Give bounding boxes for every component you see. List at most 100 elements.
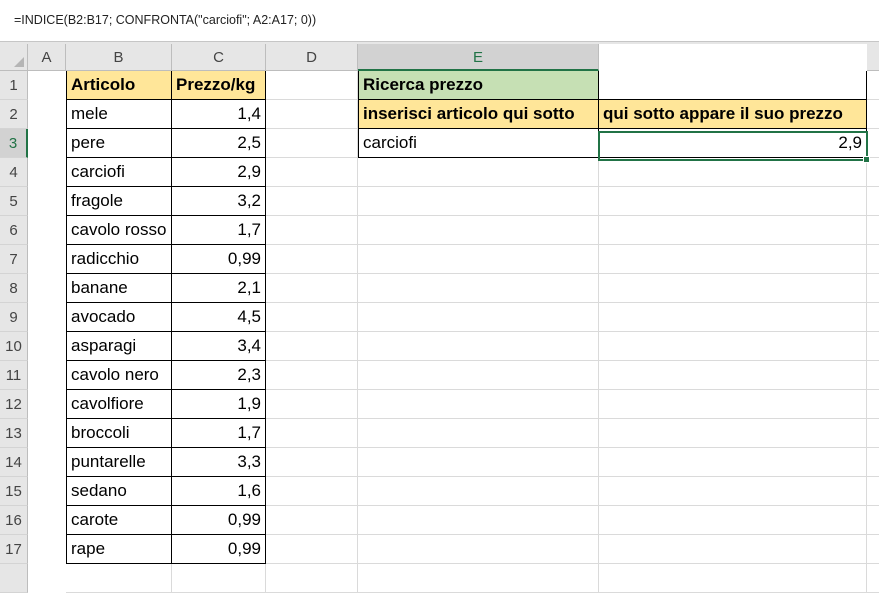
cell[interactable] <box>599 535 867 564</box>
item-price[interactable]: 1,7 <box>172 216 266 245</box>
row-header-2[interactable]: 2 <box>0 100 28 129</box>
cell[interactable] <box>599 506 867 535</box>
item-price[interactable]: 1,4 <box>172 100 266 129</box>
cell[interactable] <box>599 477 867 506</box>
row-header-13[interactable]: 13 <box>0 419 28 448</box>
cell[interactable] <box>867 419 879 448</box>
column-header-a[interactable]: A <box>28 44 66 71</box>
cell[interactable] <box>599 448 867 477</box>
row-header-1[interactable]: 1 <box>0 71 28 100</box>
item-name[interactable]: asparagi <box>66 332 172 361</box>
cell[interactable] <box>358 390 599 419</box>
cell[interactable] <box>599 158 867 187</box>
cell[interactable] <box>599 245 867 274</box>
row-header-3[interactable]: 3 <box>0 129 28 158</box>
cell[interactable] <box>358 419 599 448</box>
cell[interactable] <box>358 158 599 187</box>
lookup-input-cell[interactable]: carciofi <box>358 129 599 158</box>
item-name[interactable]: avocado <box>66 303 172 332</box>
column-header-e[interactable]: E <box>358 44 599 71</box>
cell[interactable] <box>266 71 358 100</box>
cell[interactable] <box>266 245 358 274</box>
item-price[interactable]: 0,99 <box>172 506 266 535</box>
row-header-7[interactable]: 7 <box>0 245 28 274</box>
item-price[interactable]: 2,3 <box>172 361 266 390</box>
item-name[interactable]: broccoli <box>66 419 172 448</box>
cell[interactable] <box>266 506 358 535</box>
cell[interactable] <box>867 506 879 535</box>
cell[interactable] <box>867 100 879 129</box>
cell[interactable] <box>358 564 599 593</box>
cell[interactable] <box>599 564 867 593</box>
lookup-title-blank[interactable] <box>599 71 867 100</box>
item-price[interactable]: 1,7 <box>172 419 266 448</box>
cell[interactable] <box>599 390 867 419</box>
cell[interactable] <box>358 477 599 506</box>
cell[interactable] <box>266 274 358 303</box>
item-price[interactable]: 0,99 <box>172 245 266 274</box>
item-name[interactable]: mele <box>66 100 172 129</box>
item-name[interactable]: sedano <box>66 477 172 506</box>
cell[interactable] <box>358 303 599 332</box>
cell[interactable] <box>358 506 599 535</box>
cell[interactable] <box>867 303 879 332</box>
row-header-18[interactable] <box>0 564 28 593</box>
row-header-11[interactable]: 11 <box>0 361 28 390</box>
item-price[interactable]: 2,1 <box>172 274 266 303</box>
cell[interactable] <box>599 216 867 245</box>
column-header-f[interactable] <box>867 44 879 71</box>
item-name[interactable]: carote <box>66 506 172 535</box>
column-header-d[interactable]: D <box>266 44 358 71</box>
cell[interactable] <box>867 390 879 419</box>
row-header-17[interactable]: 17 <box>0 535 28 564</box>
cell[interactable] <box>867 187 879 216</box>
cell[interactable] <box>599 361 867 390</box>
item-price[interactable]: 3,4 <box>172 332 266 361</box>
column-header-c[interactable]: C <box>172 44 266 71</box>
cell[interactable] <box>66 564 172 593</box>
table-header-articolo[interactable]: Articolo <box>66 71 172 100</box>
cell[interactable] <box>358 274 599 303</box>
cell[interactable] <box>358 187 599 216</box>
row-header-5[interactable]: 5 <box>0 187 28 216</box>
item-name[interactable]: radicchio <box>66 245 172 274</box>
lookup-output-label[interactable]: qui sotto appare il suo prezzo <box>599 100 867 129</box>
cell[interactable] <box>266 216 358 245</box>
item-price[interactable]: 1,9 <box>172 390 266 419</box>
row-header-12[interactable]: 12 <box>0 390 28 419</box>
cell[interactable] <box>266 361 358 390</box>
cell[interactable] <box>867 71 879 100</box>
item-price[interactable]: 2,9 <box>172 158 266 187</box>
cell[interactable] <box>599 187 867 216</box>
cell[interactable] <box>266 535 358 564</box>
row-header-6[interactable]: 6 <box>0 216 28 245</box>
cell[interactable] <box>867 477 879 506</box>
fill-handle[interactable] <box>863 156 870 163</box>
item-name[interactable]: cavolo rosso <box>66 216 172 245</box>
cell[interactable] <box>266 477 358 506</box>
cell[interactable] <box>867 535 879 564</box>
lookup-input-label[interactable]: inserisci articolo qui sotto <box>358 100 599 129</box>
cell[interactable] <box>266 390 358 419</box>
item-price[interactable]: 0,99 <box>172 535 266 564</box>
cell[interactable] <box>867 216 879 245</box>
cell[interactable] <box>867 564 879 593</box>
cell[interactable] <box>358 361 599 390</box>
select-all-corner[interactable] <box>0 44 28 71</box>
cell[interactable] <box>358 216 599 245</box>
spreadsheet-grid[interactable]: A B C D E 1 Articolo Prezzo/kg Ricerca prezzo 2 me… <box>0 0 879 593</box>
cell[interactable] <box>867 129 879 158</box>
cell[interactable] <box>599 274 867 303</box>
item-name[interactable]: pere <box>66 129 172 158</box>
item-name[interactable]: rape <box>66 535 172 564</box>
cell[interactable] <box>867 332 879 361</box>
item-name[interactable]: fragole <box>66 187 172 216</box>
cell[interactable] <box>867 448 879 477</box>
lookup-title[interactable]: Ricerca prezzo <box>358 71 599 100</box>
item-price[interactable]: 4,5 <box>172 303 266 332</box>
cell[interactable] <box>867 245 879 274</box>
cell[interactable] <box>266 332 358 361</box>
cell[interactable] <box>358 535 599 564</box>
cell[interactable] <box>266 303 358 332</box>
cell[interactable] <box>599 419 867 448</box>
